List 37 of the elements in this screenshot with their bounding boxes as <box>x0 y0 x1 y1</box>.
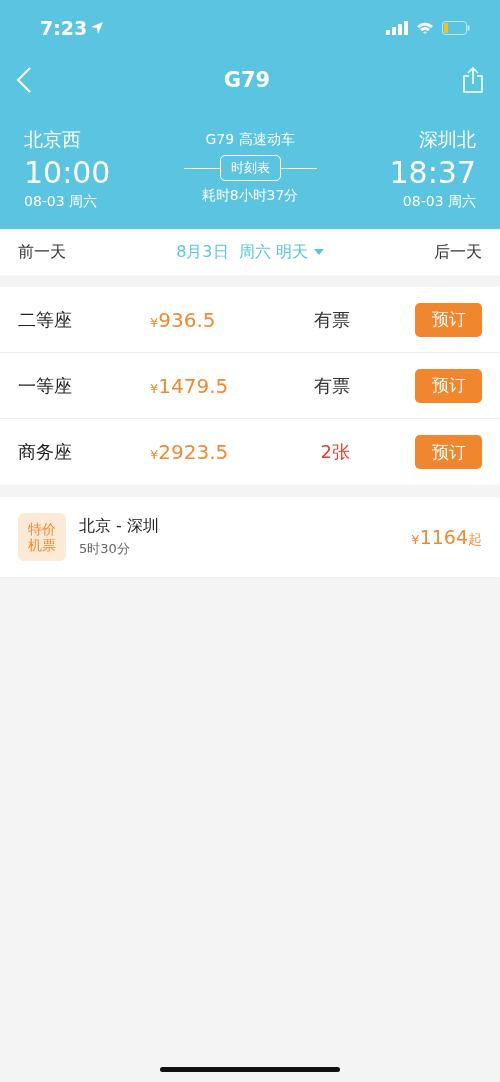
timetable-button[interactable]: 时刻表 <box>219 155 281 181</box>
departure-date: 08-03 周六 <box>24 193 99 211</box>
flight-price: ¥1164起 <box>411 525 482 549</box>
flight-duration: 5时30分 <box>79 540 131 558</box>
trip-duration: 耗时8小时37分 <box>201 187 299 205</box>
seat-price: ¥2923.5 <box>150 440 230 464</box>
wifi-icon <box>416 20 434 35</box>
share-icon[interactable] <box>462 67 484 93</box>
dropdown-caret-icon[interactable] <box>313 249 324 255</box>
train-type: G79 高速动车 <box>205 131 295 149</box>
seat-availability: 有票 <box>313 307 350 332</box>
departure-station: 北京西 <box>24 127 82 152</box>
book-button[interactable]: 预订 <box>415 368 482 403</box>
arrival-time: 18:37 <box>389 155 476 191</box>
back-icon[interactable] <box>16 67 32 93</box>
departure-time: 10:00 <box>24 155 111 191</box>
seat-class: 二等座 <box>18 307 73 332</box>
seat-class: 一等座 <box>18 373 73 398</box>
seat-availability: 2张 <box>319 440 350 464</box>
nav-title: G79 <box>223 68 271 92</box>
arrival-station: 深圳北 <box>419 127 476 152</box>
seat-price: ¥1479.5 <box>150 373 230 398</box>
status-time: 7:23 <box>40 16 88 39</box>
flight-deal-badge: 特价机票 <box>18 513 66 561</box>
arrival-date: 08-03 周六 <box>402 193 476 211</box>
location-arrow-icon <box>90 20 105 35</box>
next-day-link[interactable]: 后一天 <box>434 241 482 263</box>
book-button[interactable]: 预订 <box>415 302 482 337</box>
seat-availability: 有票 <box>313 373 350 398</box>
signal-icon <box>386 20 408 35</box>
date-selector[interactable]: 8月3日 周六 明天 <box>176 241 308 263</box>
book-button[interactable]: 预订 <box>415 435 482 469</box>
previous-day-link[interactable]: 前一天 <box>18 241 66 263</box>
seat-class: 商务座 <box>18 440 73 464</box>
battery-icon <box>442 20 470 35</box>
flight-route[interactable]: 北京 - 深圳 <box>79 516 159 537</box>
seat-price: ¥936.5 <box>150 307 217 332</box>
